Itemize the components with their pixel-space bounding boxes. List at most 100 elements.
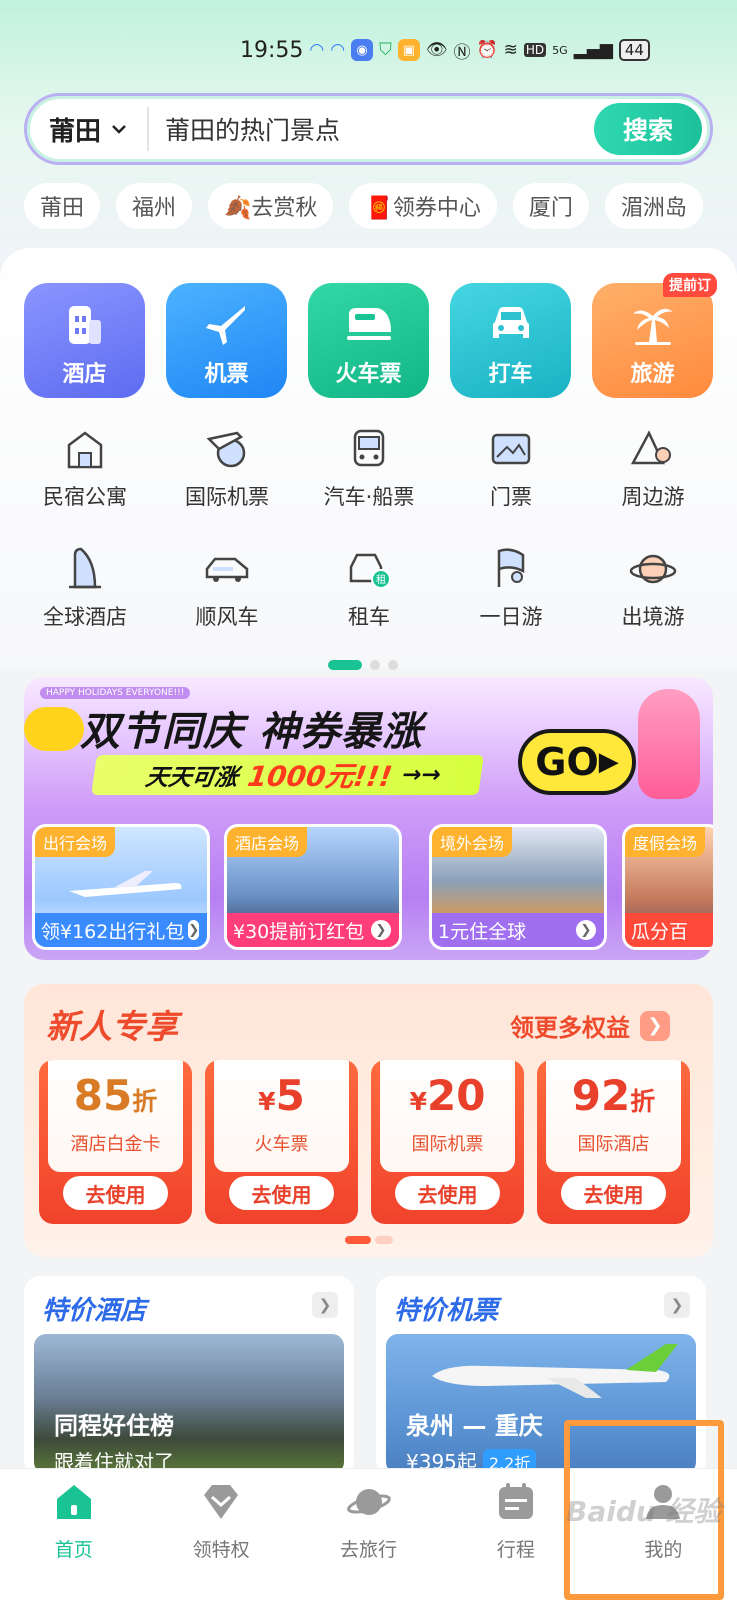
flag-icon: [497, 548, 525, 587]
globe-plane-icon: [206, 431, 246, 468]
venue-hotel[interactable]: 酒店会场 ¥30提前订红包 ❯: [224, 824, 402, 950]
coupon-card[interactable]: 92折 国际酒店 去使用: [537, 1060, 690, 1224]
nfc-icon: Ⓝ: [453, 42, 471, 63]
page-indicator: [328, 660, 398, 670]
venue-bar: ¥30提前订红包 ❯: [227, 913, 399, 947]
signal-icon: ▂▄▆: [573, 40, 613, 60]
promo-banner[interactable]: HAPPY HOLIDAYS EVERYONE!!! 双节同庆 神券暴涨 天天可…: [24, 677, 713, 960]
preorder-badge: 提前订: [663, 273, 717, 297]
service-hotel[interactable]: 酒店: [24, 283, 145, 398]
newcomer-title: 新人专享: [46, 1007, 178, 1046]
battery-icon: 44: [618, 39, 650, 61]
plane-illustration: [69, 871, 182, 897]
venue-bar-text: 瓜分百: [631, 920, 689, 943]
page-dot: [375, 1236, 393, 1244]
coupon-card[interactable]: ¥20 国际机票 去使用: [371, 1060, 524, 1224]
service-nearby[interactable]: 周边游: [582, 425, 724, 511]
city-selector[interactable]: 莆田: [27, 107, 150, 151]
coupon-desc: 国际机票: [411, 1134, 484, 1155]
chip-5[interactable]: 湄洲岛: [604, 183, 703, 229]
go-button[interactable]: GO ▶: [518, 729, 636, 795]
service-rideshare[interactable]: 顺风车: [156, 545, 298, 631]
tab-privileges[interactable]: 领特权: [147, 1469, 294, 1600]
coupon-card[interactable]: ¥5 火车票 去使用: [205, 1060, 358, 1224]
search-input[interactable]: 莆田的热门景点: [149, 111, 594, 147]
banner-head: HAPPY HOLIDAYS EVERYONE!!!: [40, 687, 191, 699]
venue-bar-text: 1元住全球: [438, 920, 527, 943]
venue-travel[interactable]: 出行会场 领¥162出行礼包 ❯: [32, 824, 210, 950]
service-homestay[interactable]: 民宿公寓: [14, 425, 156, 511]
service-flight[interactable]: 机票: [166, 283, 287, 398]
chip-2[interactable]: 🍂去赏秋: [208, 183, 334, 229]
deal-caption: 泉州 — 重庆: [406, 1412, 543, 1440]
service-bus-ship[interactable]: 汽车·船票: [298, 425, 440, 511]
coupon-face: 92折 国际酒店: [546, 1060, 681, 1172]
coupon-prefix: ¥: [409, 1087, 427, 1116]
chevron-right-icon: ❯: [640, 1010, 670, 1041]
service-train[interactable]: 火车票: [308, 283, 429, 398]
deal-hotel-card[interactable]: 特价酒店 ❯ 同程好住榜 跟着住就对了: [24, 1276, 354, 1476]
rabbit-mascot: [638, 689, 700, 799]
coupon-amount-line: ¥20: [410, 1072, 486, 1126]
service-day-tour[interactable]: 一日游: [440, 545, 582, 631]
venue-bar-text: 领¥162出行礼包: [41, 920, 185, 943]
use-button[interactable]: 去使用: [63, 1176, 168, 1210]
service-outbound[interactable]: 出境游: [582, 545, 724, 631]
coupon-amount-line: ¥5: [258, 1072, 305, 1126]
tower-hotel-icon: [69, 547, 101, 589]
chevron-right-icon[interactable]: ❯: [312, 1292, 338, 1318]
service-global-hotel[interactable]: 全球酒店: [14, 545, 156, 631]
service-tour[interactable]: 提前订 旅游: [592, 273, 717, 398]
chevron-right-icon: ❯: [188, 920, 200, 940]
chevron-down-icon: [112, 125, 126, 134]
planet-icon: [346, 1489, 391, 1515]
service-ticket[interactable]: 门票: [440, 425, 582, 511]
coupon-amount: 5: [275, 1071, 305, 1120]
chevron-right-icon: ❯: [371, 920, 391, 940]
venue-vacation[interactable]: 度假会场 瓜分百: [622, 824, 713, 950]
coupon-card[interactable]: 85折 酒店白金卡 去使用: [39, 1060, 192, 1224]
venue-tag: 度假会场: [625, 827, 706, 857]
search-button[interactable]: 搜索: [594, 103, 702, 155]
banner-sub-prefix: 天天可涨: [143, 765, 240, 791]
chip-0[interactable]: 莆田: [24, 183, 101, 229]
chip-1[interactable]: 福州: [116, 183, 193, 229]
search-bar: 莆田 莆田的热门景点 搜索: [24, 93, 713, 165]
venue-overseas[interactable]: 境外会场 1元住全球 ❯: [429, 824, 607, 950]
service-label: 全球酒店: [43, 605, 127, 629]
services-row-2: 全球酒店 顺风车 租 租车 一日游 出境游: [14, 545, 724, 631]
car-icon: [492, 307, 529, 338]
use-button[interactable]: 去使用: [561, 1176, 666, 1210]
use-button[interactable]: 去使用: [229, 1176, 334, 1210]
service-taxi[interactable]: 打车: [450, 283, 571, 398]
service-intl-flight[interactable]: 国际机票: [156, 425, 298, 511]
chip-3[interactable]: 🧧领券中心: [349, 183, 497, 229]
plane-illustration: [432, 1344, 678, 1398]
service-label: 顺风车: [195, 605, 259, 629]
deal-title: 特价机票: [394, 1296, 499, 1326]
banner-sub-amount: 1000元!!!: [245, 760, 395, 793]
more-benefits-link[interactable]: 领更多权益 ❯: [510, 1008, 670, 1043]
use-button[interactable]: 去使用: [395, 1176, 500, 1210]
bus-icon: [353, 429, 385, 467]
coupon-face: ¥20 国际机票: [380, 1060, 515, 1172]
coupon-amount: 92: [571, 1071, 631, 1120]
coupon-desc: 国际酒店: [577, 1134, 650, 1155]
chip-4[interactable]: 厦门: [512, 183, 589, 229]
coupon-unit: 折: [132, 1087, 158, 1116]
main-services: 酒店 机票 火车票 打车 提前订 旅游: [24, 273, 717, 398]
tab-home[interactable]: 首页: [0, 1469, 147, 1600]
venue-tag: 境外会场: [432, 827, 513, 857]
coupon-page-indicator: [345, 1236, 393, 1244]
service-label: 火车票: [335, 362, 402, 387]
venue-tag: 酒店会场: [227, 827, 308, 857]
go-label: GO: [535, 740, 599, 784]
venue-bar: 领¥162出行礼包 ❯: [35, 913, 207, 947]
tab-travel[interactable]: 去旅行: [295, 1469, 442, 1600]
page-dot: [388, 660, 398, 670]
chevron-right-icon[interactable]: ❯: [664, 1292, 690, 1318]
banner-sub-arrows: →→: [400, 762, 443, 788]
mountain-pin-icon: [630, 430, 671, 465]
service-car-rental[interactable]: 租 租车: [298, 545, 440, 631]
service-label: 周边游: [621, 485, 685, 509]
